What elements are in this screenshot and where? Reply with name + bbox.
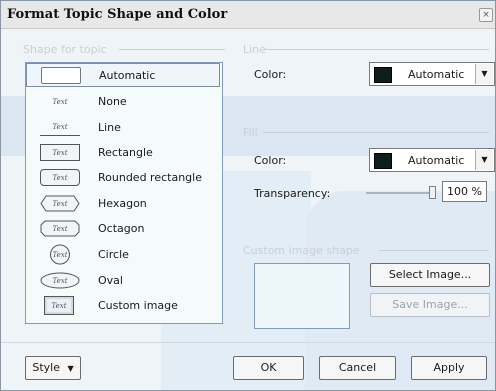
fill-color-dropdown[interactable]: Automatic ▼ [369, 148, 495, 172]
apply-button[interactable]: Apply [411, 356, 487, 380]
shape-option-custom-image[interactable]: Text Custom image [26, 294, 220, 318]
shape-thumb-octagon: Text [52, 224, 68, 233]
shape-list: Automatic Text None Text Line Text Recta… [25, 62, 223, 324]
select-image-button[interactable]: Select Image... [370, 263, 490, 287]
fill-color-label: Color: [254, 154, 287, 167]
shape-option-none[interactable]: Text None [26, 90, 220, 114]
format-topic-dialog: Format Topic Shape and Color × Shape for… [0, 0, 496, 391]
shape-thumb-circle: Text [52, 250, 68, 259]
chevron-down-icon[interactable]: ▼ [475, 150, 493, 170]
shape-option-label: Automatic [99, 69, 156, 82]
shape-option-label: None [98, 95, 127, 108]
shape-option-hexagon[interactable]: Text Hexagon [26, 192, 220, 216]
dialog-title: Format Topic Shape and Color [7, 7, 228, 22]
shape-option-label: Custom image [98, 299, 178, 312]
group-divider [379, 250, 489, 251]
shape-option-circle[interactable]: Text Circle [26, 243, 220, 267]
chevron-down-icon: ▼ [67, 364, 74, 373]
shape-group-label: Shape for topic [23, 43, 107, 56]
chevron-down-icon[interactable]: ▼ [475, 64, 493, 84]
shape-option-label: Rounded rectangle [98, 171, 202, 184]
image-group-label: Custom image shape [243, 244, 360, 257]
transparency-label: Transparency: [254, 187, 331, 200]
transparency-input[interactable]: 100 % [442, 181, 487, 202]
transparency-slider-handle[interactable] [429, 186, 436, 199]
fill-color-value: Automatic [408, 154, 465, 167]
shape-option-label: Hexagon [98, 197, 147, 210]
group-divider [119, 49, 225, 50]
shape-option-label: Line [98, 121, 121, 134]
shape-thumb-none: Text [52, 97, 68, 106]
style-button[interactable]: Style ▼ [25, 356, 81, 380]
shape-thumb-automatic [41, 67, 81, 84]
ok-button[interactable]: OK [233, 356, 304, 380]
shape-option-label: Circle [98, 248, 129, 261]
shape-option-label: Oval [98, 274, 123, 287]
shape-option-line[interactable]: Text Line [26, 116, 220, 140]
shape-option-rounded-rectangle[interactable]: Text Rounded rectangle [26, 166, 220, 190]
shape-option-octagon[interactable]: Text Octagon [26, 217, 220, 241]
custom-image-preview [254, 263, 350, 329]
shape-thumb-line: Text [40, 119, 80, 136]
title-bar: Format Topic Shape and Color × [1, 1, 495, 29]
shape-option-label: Octagon [98, 222, 145, 235]
shape-thumb-rectangle: Text [40, 144, 80, 161]
line-color-swatch [374, 67, 392, 83]
shape-option-automatic[interactable]: Automatic [26, 63, 220, 87]
close-icon[interactable]: × [479, 8, 493, 22]
footer-divider [1, 342, 495, 343]
line-color-dropdown[interactable]: Automatic ▼ [369, 62, 495, 86]
shape-thumb-rounded-rectangle: Text [40, 169, 80, 186]
shape-option-label: Rectangle [98, 146, 153, 159]
group-divider [263, 49, 489, 50]
transparency-slider[interactable] [366, 192, 436, 194]
cancel-button[interactable]: Cancel [319, 356, 396, 380]
shape-option-rectangle[interactable]: Text Rectangle [26, 141, 220, 165]
group-divider [263, 132, 489, 133]
shape-thumb-hexagon: Text [52, 199, 68, 208]
line-color-label: Color: [254, 68, 287, 81]
style-button-label: Style [32, 361, 60, 374]
shape-thumb-custom-image: Text [44, 296, 74, 315]
shape-option-oval[interactable]: Text Oval [26, 269, 220, 293]
fill-group-label: Fill [243, 126, 258, 139]
save-image-button[interactable]: Save Image... [370, 293, 490, 317]
line-color-value: Automatic [408, 68, 465, 81]
fill-color-swatch [374, 153, 392, 169]
shape-thumb-oval: Text [52, 276, 68, 285]
